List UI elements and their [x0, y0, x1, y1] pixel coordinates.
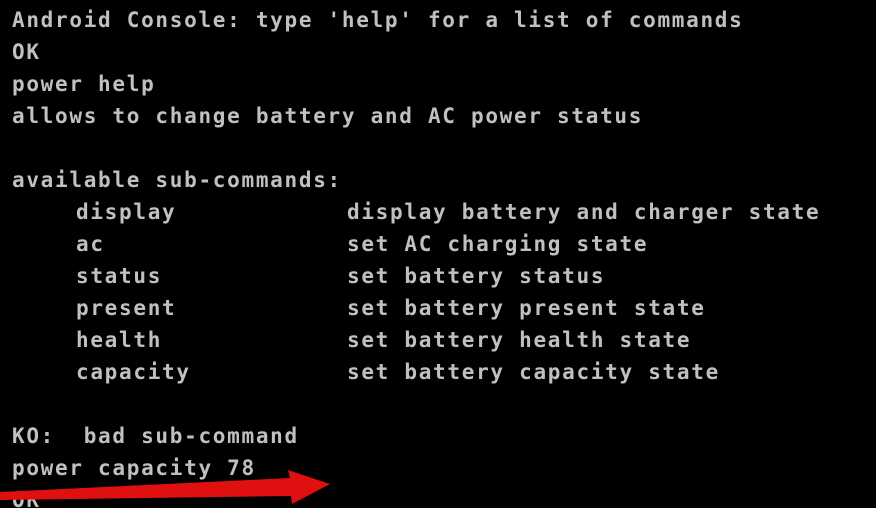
subcommand-desc: set battery status [347, 264, 606, 288]
error-response: KO: bad sub-command [12, 424, 299, 448]
subcommand-row: display display battery and charger stat… [12, 196, 876, 228]
ok-response: OK [12, 488, 41, 508]
subcommand-row: capacity set battery capacity state [12, 356, 876, 388]
subcommand-row: status set battery status [12, 260, 876, 292]
subcommand-row: present set battery present state [12, 292, 876, 324]
subcommand-desc: display battery and charger state [347, 200, 821, 224]
subcommand-name: health [76, 328, 163, 352]
subcommand-desc: set AC charging state [347, 232, 649, 256]
help-description: allows to change battery and AC power st… [12, 104, 644, 128]
ok-response: OK [12, 40, 41, 64]
subcommand-name: ac [76, 232, 105, 256]
terminal-window[interactable]: Android Console: type 'help' for a list … [0, 0, 876, 508]
subcommand-name: status [76, 264, 163, 288]
console-header: Android Console: type 'help' for a list … [12, 8, 744, 32]
subcommand-row: ac set AC charging state [12, 228, 876, 260]
subcommands-heading: available sub-commands: [12, 168, 342, 192]
subcommand-name: capacity [76, 360, 191, 384]
subcommand-row: health set battery health state [12, 324, 876, 356]
subcommand-name: present [76, 296, 177, 320]
command-line: power help [12, 72, 156, 96]
subcommand-name: display [76, 200, 177, 224]
subcommand-desc: set battery capacity state [347, 360, 720, 384]
subcommand-desc: set battery present state [347, 296, 706, 320]
command-line: power capacity 78 [12, 456, 256, 480]
subcommand-desc: set battery health state [347, 328, 692, 352]
